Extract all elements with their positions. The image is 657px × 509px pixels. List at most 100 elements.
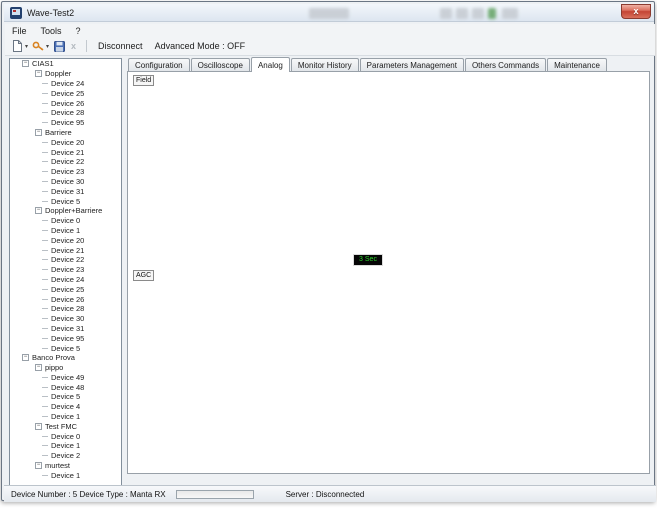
- tree-connector-line: [42, 250, 48, 251]
- tree-node[interactable]: Device 1: [10, 226, 121, 236]
- collapse-icon[interactable]: −: [35, 129, 42, 136]
- tree-node-label: Barriere: [45, 128, 72, 137]
- titlebar-redaction: [309, 8, 349, 19]
- menu-bar: FileTools?: [5, 24, 655, 37]
- tree-node-label: Device 95: [51, 334, 84, 343]
- tree-node[interactable]: Device 22: [10, 157, 121, 167]
- titlebar-redaction: [502, 8, 518, 19]
- tab-strip: ConfigurationOscilloscopeAnalogMonitor H…: [128, 58, 608, 72]
- tree-connector-line: [42, 230, 48, 231]
- tab-configuration[interactable]: Configuration: [128, 58, 190, 71]
- tree-node[interactable]: Device 5: [10, 343, 121, 353]
- tree-node-label: Device 2: [51, 451, 80, 460]
- tab-analog[interactable]: Analog: [251, 57, 290, 72]
- tree-node[interactable]: −Test FMC: [10, 421, 121, 431]
- tree-node-label: Device 5: [51, 344, 80, 353]
- tree-node[interactable]: Device 20: [10, 137, 121, 147]
- tree-node-label: Device 1: [51, 471, 80, 480]
- tree-node[interactable]: −Doppler+Barriere: [10, 206, 121, 216]
- menu-item-tools[interactable]: Tools: [34, 26, 69, 36]
- tree-node[interactable]: Device 20: [10, 235, 121, 245]
- tree-node-label: Doppler: [45, 69, 71, 78]
- tree-node[interactable]: Device 30: [10, 314, 121, 324]
- tree-node[interactable]: Device 2: [10, 451, 121, 461]
- tree-node[interactable]: −murtest: [10, 461, 121, 471]
- tree-node[interactable]: Device 23: [10, 167, 121, 177]
- tree-node[interactable]: Device 31: [10, 186, 121, 196]
- tree-node[interactable]: Device 0: [10, 431, 121, 441]
- tree-node-label: Device 22: [51, 157, 84, 166]
- tree-node-label: Device 28: [51, 108, 84, 117]
- tree-node[interactable]: Device 21: [10, 245, 121, 255]
- tree-node[interactable]: Device 1: [10, 412, 121, 422]
- collapse-icon[interactable]: −: [35, 423, 42, 430]
- tree-node-label: Device 21: [51, 148, 84, 157]
- tree-node[interactable]: Device 95: [10, 118, 121, 128]
- collapse-icon[interactable]: −: [35, 462, 42, 469]
- tree-node[interactable]: Device 48: [10, 382, 121, 392]
- tree-node[interactable]: Device 1: [10, 441, 121, 451]
- tree-node[interactable]: Device 28: [10, 108, 121, 118]
- tree-node-label: Device 1: [51, 441, 80, 450]
- key-dropdown-icon[interactable]: ▾: [46, 43, 49, 50]
- delete-icon[interactable]: x: [67, 40, 80, 53]
- tree-node-label: Banco Prova: [32, 353, 75, 362]
- tree-node[interactable]: Device 49: [10, 373, 121, 383]
- tree-node[interactable]: −Doppler: [10, 69, 121, 79]
- tree-node[interactable]: Device 4: [10, 402, 121, 412]
- tree-connector-line: [42, 269, 48, 270]
- close-button[interactable]: x: [621, 4, 651, 19]
- tree-node[interactable]: Device 25: [10, 88, 121, 98]
- window-title: Wave-Test2: [27, 8, 74, 18]
- title-bar: Wave-Test2: [4, 4, 654, 22]
- tree-connector-line: [42, 161, 48, 162]
- new-document-icon[interactable]: [11, 40, 24, 53]
- tree-node[interactable]: Device 26: [10, 98, 121, 108]
- tab-others-commands[interactable]: Others Commands: [465, 58, 546, 71]
- tree-node-label: Device 49: [51, 373, 84, 382]
- tree-node[interactable]: Device 24: [10, 275, 121, 285]
- tree-node[interactable]: Device 21: [10, 147, 121, 157]
- tab-monitor-history[interactable]: Monitor History: [291, 58, 359, 71]
- tree-node[interactable]: Device 23: [10, 265, 121, 275]
- tree-node[interactable]: Device 5: [10, 196, 121, 206]
- tree-node[interactable]: Device 0: [10, 216, 121, 226]
- tree-node[interactable]: Device 31: [10, 324, 121, 334]
- tab-maintenance[interactable]: Maintenance: [547, 58, 607, 71]
- collapse-icon[interactable]: −: [35, 207, 42, 214]
- toolbar-separator: [86, 40, 87, 52]
- tree-connector-line: [42, 308, 48, 309]
- tab-oscilloscope[interactable]: Oscilloscope: [191, 58, 250, 71]
- tab-parameters-management[interactable]: Parameters Management: [360, 58, 464, 71]
- tree-node[interactable]: Device 25: [10, 284, 121, 294]
- tree-connector-line: [42, 475, 48, 476]
- tree-node[interactable]: Device 26: [10, 294, 121, 304]
- collapse-icon[interactable]: −: [22, 60, 29, 67]
- app-window: Wave-Test2 x FileTools? ▾: [1, 1, 655, 501]
- titlebar-redaction: [440, 8, 452, 19]
- save-icon[interactable]: [53, 40, 66, 53]
- tree-connector-line: [42, 318, 48, 319]
- menu-item-[interactable]: ?: [69, 26, 88, 36]
- disconnect-button[interactable]: Disconnect: [98, 41, 143, 51]
- tree-node[interactable]: Device 95: [10, 333, 121, 343]
- tree-node[interactable]: −Banco Prova: [10, 353, 121, 363]
- collapse-icon[interactable]: −: [35, 364, 42, 371]
- tree-node[interactable]: Device 22: [10, 255, 121, 265]
- tree-node[interactable]: Device 24: [10, 79, 121, 89]
- tree-node[interactable]: −pippo: [10, 363, 121, 373]
- menu-item-file[interactable]: File: [5, 26, 34, 36]
- tree-node-label: Device 5: [51, 197, 80, 206]
- new-document-dropdown-icon[interactable]: ▾: [25, 43, 28, 50]
- tree-node[interactable]: Device 1: [10, 470, 121, 480]
- collapse-icon[interactable]: −: [22, 354, 29, 361]
- collapse-icon[interactable]: −: [35, 70, 42, 77]
- tree-node[interactable]: −CIAS1: [10, 59, 121, 69]
- titlebar-redaction: [456, 8, 468, 19]
- tree-node[interactable]: Device 5: [10, 392, 121, 402]
- tree-node[interactable]: Device 30: [10, 177, 121, 187]
- tree-connector-line: [42, 220, 48, 221]
- tree-node[interactable]: Device 28: [10, 304, 121, 314]
- key-icon[interactable]: [32, 40, 45, 53]
- tree-node[interactable]: −Barriere: [10, 128, 121, 138]
